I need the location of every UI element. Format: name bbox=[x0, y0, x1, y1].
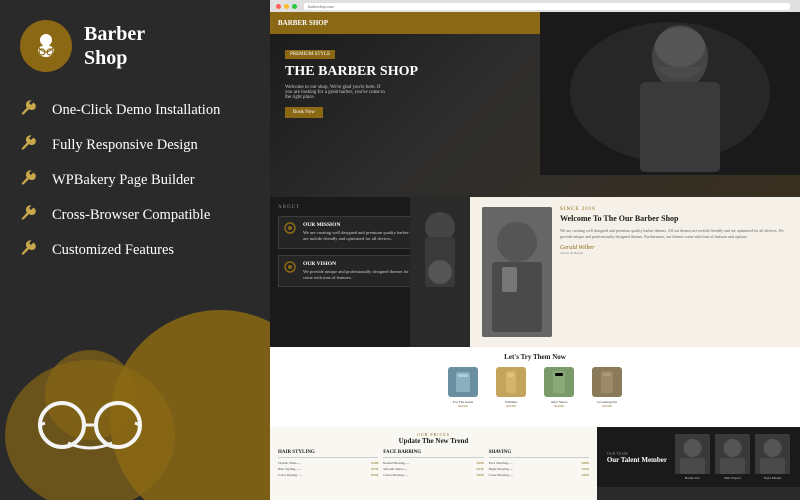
brand-name: Barber Shop bbox=[84, 22, 145, 70]
chrome-close[interactable] bbox=[276, 4, 281, 9]
feature-item-3: WPBakery Page Builder bbox=[20, 170, 250, 191]
product-price-2: $35.00 bbox=[491, 404, 531, 408]
feature-item-2: Fully Responsive Design bbox=[20, 135, 250, 156]
wrench-icon-5 bbox=[20, 240, 40, 261]
team-member-1: Barber Pro bbox=[675, 434, 710, 480]
welcome-section-label: SINCE 2016 bbox=[560, 207, 788, 212]
chrome-minimize[interactable] bbox=[284, 4, 289, 9]
pricing-shaving-title: SHAVING bbox=[489, 450, 589, 458]
feature-item-5: Customized Features bbox=[20, 240, 250, 261]
feature-item-4: Cross-Browser Compatible bbox=[20, 205, 250, 226]
pricing-hair-row-2: Hair Styling....... $25$ bbox=[278, 467, 378, 471]
pricing-face-row-2: Smooth Shave...... $25$ bbox=[383, 467, 483, 471]
mockup-products: Let's Try Them Now For The Gents $25.00 bbox=[270, 347, 800, 427]
product-price-4: $45.00 bbox=[587, 404, 627, 408]
feature-label-3: WPBakery Page Builder bbox=[52, 172, 195, 189]
pricing-hair-row-3: Color Dyeing...... $35$ bbox=[278, 473, 378, 477]
about-side-image bbox=[410, 197, 470, 347]
products-section-title: Let's Try Them Now bbox=[280, 353, 790, 361]
pricing-col-face: FACE BARBING Round Shaving..... $20$ Smo… bbox=[383, 450, 483, 479]
browser-chrome: barbershop.com bbox=[270, 0, 800, 12]
wrench-icon-1 bbox=[20, 100, 40, 121]
team-text: Our Team Our Talent Member bbox=[607, 451, 667, 464]
team-name-3: Style Master bbox=[755, 476, 790, 480]
pricing-hair-title: HAIR STYLING bbox=[278, 450, 378, 458]
feature-label-1: One-Click Demo Installation bbox=[52, 102, 220, 119]
hero-subtitle: Welcome to our shop, We're glad you're h… bbox=[285, 85, 385, 100]
vision-icon bbox=[284, 261, 298, 276]
welcome-image bbox=[482, 207, 552, 337]
team-member-2: Hair Expert bbox=[715, 434, 750, 480]
feature-label-4: Cross-Browser Compatible bbox=[52, 207, 210, 224]
welcome-signature: Gerald Wilber Owner & Barber bbox=[560, 245, 788, 255]
pricing-shaving-row-1: Face Shaving...... $30$ bbox=[489, 461, 589, 465]
wrench-icon-2 bbox=[20, 135, 40, 156]
product-price-1: $25.00 bbox=[443, 404, 483, 408]
pricing-face-row-1: Round Shaving..... $20$ bbox=[383, 461, 483, 465]
beard-decoration bbox=[0, 335, 190, 500]
right-panel: barbershop.com BARBER SHOP Home About Bl… bbox=[270, 0, 800, 500]
mission-icon bbox=[284, 222, 298, 237]
wrench-icon-4 bbox=[20, 205, 40, 226]
hero-badge: PREMIUM STYLE bbox=[285, 50, 335, 59]
hero-barber-image bbox=[540, 12, 800, 175]
pricing-shaving-row-3: Close Shaving..... $20$ bbox=[489, 473, 589, 477]
product-card-1: For The Gents $25.00 bbox=[443, 367, 483, 408]
team-photo-3 bbox=[755, 434, 790, 474]
pricing-face-row-3: Clean Shaving..... $30$ bbox=[383, 473, 483, 477]
left-panel: Barber Shop One-Click Demo Installation … bbox=[0, 0, 270, 500]
team-name-2: Hair Expert bbox=[715, 476, 750, 480]
product-image-3 bbox=[544, 367, 574, 397]
team-title: Our Talent Member bbox=[607, 456, 667, 464]
pricing-col-hair: HAIR STYLING Classic Trim...... $20$ Hai… bbox=[278, 450, 378, 479]
team-name-1: Barber Pro bbox=[675, 476, 710, 480]
hero-cta-button[interactable]: Book Now bbox=[285, 107, 323, 118]
wrench-icon-3 bbox=[20, 170, 40, 191]
hero-title: THE BARBER SHOP bbox=[285, 64, 418, 81]
welcome-description: We are creating well designed and premiu… bbox=[560, 228, 788, 240]
feature-label-2: Fully Responsive Design bbox=[52, 137, 198, 154]
team-photo-1 bbox=[675, 434, 710, 474]
mockup-content: BARBER SHOP Home About Blog Contact PREM… bbox=[270, 12, 800, 500]
product-card-3: After Shave $18.00 bbox=[539, 367, 579, 408]
product-image-4 bbox=[592, 367, 622, 397]
pricing-section-title: Update The New Trend bbox=[278, 437, 589, 445]
bottom-row: Our Prices Update The New Trend HAIR STY… bbox=[270, 427, 800, 500]
pricing-columns: HAIR STYLING Classic Trim...... $20$ Hai… bbox=[278, 450, 589, 479]
product-card-2: Trimmer $35.00 bbox=[491, 367, 531, 408]
team-photo-2 bbox=[715, 434, 750, 474]
welcome-signature-title: Owner & Barber bbox=[560, 251, 788, 255]
products-grid: For The Gents $25.00 Trimmer $35.00 bbox=[280, 367, 790, 408]
nav-brand: BARBER SHOP bbox=[278, 19, 328, 27]
mockup-about: ABOUT OUR MISSION We are creating well d… bbox=[270, 197, 470, 347]
pricing-hair-row-1: Classic Trim...... $20$ bbox=[278, 461, 378, 465]
welcome-title: Welcome To The Our Barber Shop bbox=[560, 214, 788, 224]
feature-label-5: Customized Features bbox=[52, 242, 174, 259]
mockup-welcome: SINCE 2016 Welcome To The Our Barber Sho… bbox=[470, 197, 800, 347]
pricing-shaving-row-2: Night Shaving..... $25$ bbox=[489, 467, 589, 471]
mockup-row2: ABOUT OUR MISSION We are creating well d… bbox=[270, 197, 800, 347]
chrome-maximize[interactable] bbox=[292, 4, 297, 9]
team-members: Barber Pro Hair Expert bbox=[675, 434, 790, 480]
brand-area: Barber Shop bbox=[20, 20, 250, 72]
feature-item-1: One-Click Demo Installation bbox=[20, 100, 250, 121]
team-member-3: Style Master bbox=[755, 434, 790, 480]
welcome-content: SINCE 2016 Welcome To The Our Barber Sho… bbox=[482, 207, 788, 337]
product-image-2 bbox=[496, 367, 526, 397]
product-price-3: $18.00 bbox=[539, 404, 579, 408]
hero-content: PREMIUM STYLE THE BARBER SHOP Welcome to… bbox=[285, 42, 418, 118]
brand-logo bbox=[20, 20, 72, 72]
features-list: One-Click Demo Installation Fully Respon… bbox=[20, 100, 250, 261]
mockup-pricing: Our Prices Update The New Trend HAIR STY… bbox=[270, 427, 597, 500]
pricing-face-title: FACE BARBING bbox=[383, 450, 483, 458]
pricing-col-shaving: SHAVING Face Shaving...... $30$ Night Sh… bbox=[489, 450, 589, 479]
product-image-1 bbox=[448, 367, 478, 397]
product-card-4: Grooming Kit $45.00 bbox=[587, 367, 627, 408]
welcome-text: SINCE 2016 Welcome To The Our Barber Sho… bbox=[560, 207, 788, 337]
mockup-hero: BARBER SHOP Home About Blog Contact PREM… bbox=[270, 12, 800, 197]
mockup-team: Our Team Our Talent Member Barber Pro bbox=[597, 427, 800, 487]
chrome-url-bar[interactable]: barbershop.com bbox=[304, 3, 790, 10]
